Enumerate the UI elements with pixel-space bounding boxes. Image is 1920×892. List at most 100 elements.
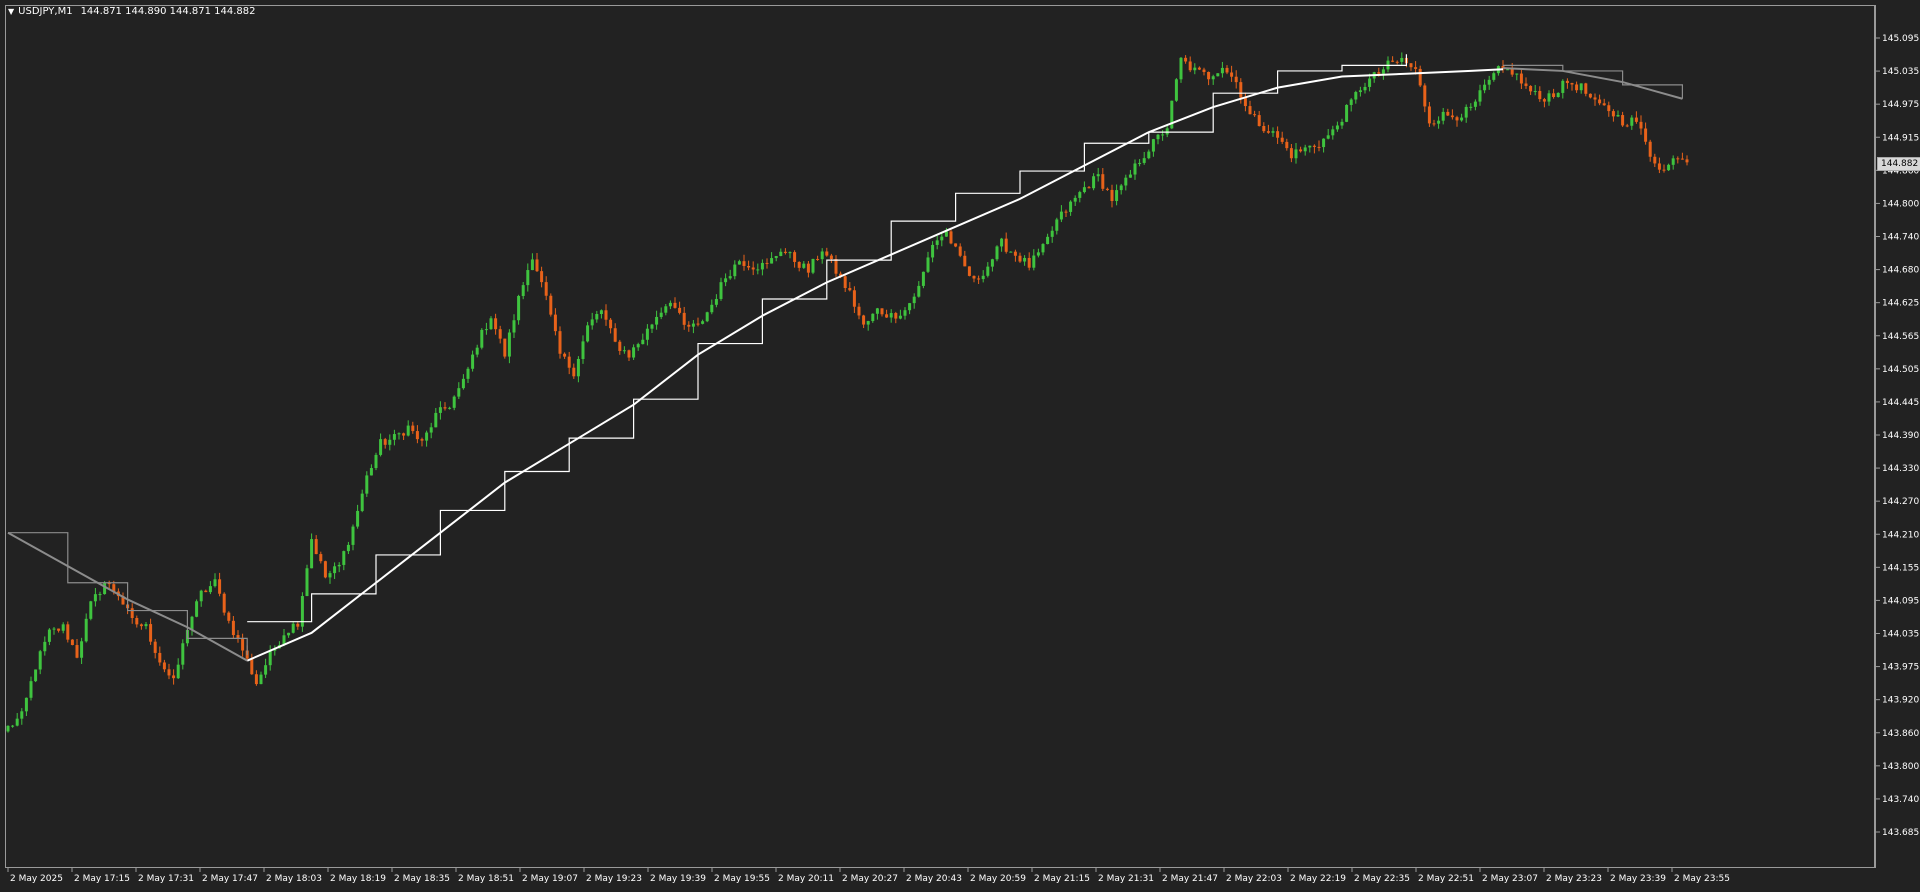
candle-body (898, 315, 902, 319)
candle-body (954, 243, 958, 247)
y-axis-tick-label: 144.800 (1882, 199, 1919, 209)
candle-body (392, 434, 396, 440)
candle-body (641, 339, 645, 345)
y-axis-tick-label: 144.975 (1882, 100, 1919, 110)
candle-body (241, 638, 245, 651)
candle-body (986, 266, 990, 276)
candle-body (894, 313, 898, 319)
candle-body (595, 314, 599, 320)
y-axis-tick-label: 145.035 (1882, 67, 1919, 77)
candle-body (231, 620, 235, 636)
candle-body (1469, 106, 1473, 108)
candle-body (1253, 114, 1257, 116)
y-axis-tick-label: 144.505 (1882, 365, 1919, 375)
candle-body (622, 350, 626, 352)
candle-body (632, 347, 636, 358)
candle-body (498, 329, 502, 339)
candle-body (1179, 57, 1183, 80)
candle-body (576, 358, 580, 377)
candle-body (567, 356, 571, 368)
candle-body (1050, 230, 1054, 237)
y-axis-tick-label: 144.155 (1882, 563, 1919, 573)
candle-body (1322, 138, 1326, 148)
candle-body (627, 350, 631, 358)
candle-body (80, 641, 84, 658)
candle-body (70, 639, 74, 646)
candle-body (480, 329, 484, 348)
candle-body (1096, 174, 1100, 177)
candle-body (811, 258, 815, 273)
candle-body (434, 412, 438, 428)
candle-body (218, 579, 222, 594)
candle-body (572, 367, 576, 377)
candle-body (1207, 71, 1211, 80)
candle-body (655, 316, 659, 325)
chart-window[interactable]: ▼ USDJPY,M1 144.871 144.890 144.871 144.88… (0, 0, 1920, 892)
candle-body (11, 725, 15, 727)
candle-body (346, 544, 350, 552)
candle-body (535, 259, 539, 272)
candle-body (1391, 60, 1395, 62)
candle-body (1621, 115, 1625, 126)
candle-body (213, 579, 217, 587)
candle-body (645, 328, 649, 340)
candle-body (254, 674, 258, 685)
candle-body (1211, 76, 1215, 80)
candle-body (829, 255, 833, 260)
candle-body (737, 261, 741, 265)
candle-body (204, 590, 208, 593)
candle-body (1552, 93, 1556, 98)
candle-body (1285, 141, 1289, 149)
candle-body (558, 331, 562, 354)
candle-body (250, 658, 254, 675)
x-axis-tick-label: 2 May 23:55 (1674, 874, 1730, 884)
candle-body (1487, 79, 1491, 85)
candle-body (857, 306, 861, 316)
candle-body (885, 314, 889, 318)
candle-body (1409, 63, 1413, 68)
candle-body (866, 321, 870, 325)
candle-body (1529, 85, 1533, 92)
y-axis-tick-label: 144.095 (1882, 596, 1919, 606)
candle-body (949, 231, 953, 244)
candle-body (1299, 149, 1303, 152)
x-axis-tick-label: 2 May 2025 (10, 874, 63, 884)
candle-body (774, 255, 778, 259)
candle-body (1685, 159, 1689, 163)
candle-body (714, 298, 718, 305)
candle-body (149, 624, 153, 642)
candle-body (452, 396, 456, 408)
candle-body (351, 526, 355, 545)
candle-body (103, 583, 107, 595)
y-axis-tick-label: 143.860 (1882, 729, 1919, 739)
candle-body (940, 236, 944, 241)
candle-body (1317, 146, 1321, 148)
candle-body (323, 561, 327, 578)
candle-body (1105, 188, 1109, 190)
y-axis-tick-label: 143.975 (1882, 663, 1919, 673)
candle-body (1280, 137, 1284, 142)
candle-body (268, 650, 272, 666)
x-axis-tick-label: 2 May 18:51 (458, 874, 514, 884)
candle-body (420, 439, 424, 441)
candle-body (1363, 86, 1367, 91)
candle-body (875, 308, 879, 314)
current-price-badge: 144.882 (1877, 157, 1920, 171)
candle-body (1119, 185, 1123, 191)
candle-body (834, 259, 838, 274)
candle-body (1257, 115, 1261, 126)
chart-svg[interactable]: 145.095145.035144.975144.915144.860144.8… (0, 0, 1920, 892)
x-axis-tick-label: 2 May 18:03 (266, 874, 322, 884)
candle-body (333, 566, 337, 574)
candle-body (802, 263, 806, 268)
candle-body (360, 493, 364, 511)
x-axis-tick-label: 2 May 23:39 (1610, 874, 1666, 884)
candle-body (1437, 120, 1441, 124)
candle-body (903, 310, 907, 316)
candle-body (1671, 158, 1675, 165)
candle-body (1579, 83, 1583, 91)
candle-body (1483, 84, 1487, 91)
candle-body (388, 439, 392, 445)
candle-body (779, 251, 783, 256)
candle-body (1653, 156, 1657, 164)
